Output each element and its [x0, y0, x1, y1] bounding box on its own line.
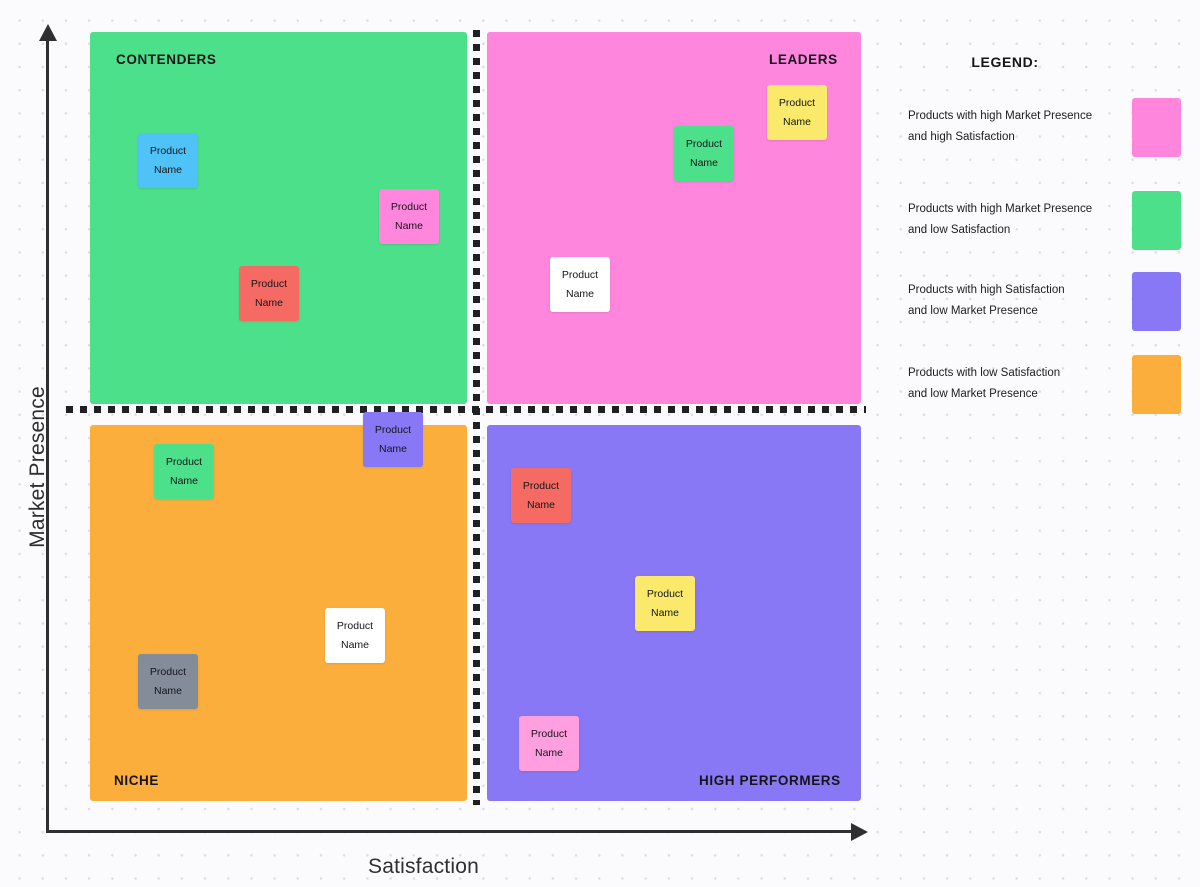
legend: LEGEND: Products with high Market Presen…	[890, 40, 1190, 415]
x-axis-line	[47, 830, 857, 833]
legend-item-line2: and low Market Presence	[908, 388, 1038, 401]
product-card[interactable]: Product Name	[550, 257, 610, 312]
product-card-line2: Name	[689, 156, 718, 169]
legend-item-line2: and high Satisfaction	[908, 131, 1015, 144]
quadrant-label-leaders: LEADERS	[769, 52, 838, 67]
divider-vertical	[473, 30, 480, 805]
legend-title: LEGEND:	[971, 54, 1039, 70]
product-card-line2: Name	[394, 219, 423, 232]
product-card[interactable]: Product Name	[519, 716, 579, 771]
legend-item-line2: and low Satisfaction	[908, 224, 1011, 237]
quadrant-label-high-performers: HIGH PERFORMERS	[699, 773, 841, 788]
product-card-line1: Product	[149, 666, 187, 679]
legend-row: Products with high Satisfaction and low …	[890, 272, 1190, 348]
legend-item-line1: Products with high Market Presence	[908, 203, 1093, 215]
x-axis-arrow-icon	[851, 823, 868, 841]
legend-item-line2: and low Market Presence	[908, 305, 1038, 318]
x-axis-label: Satisfaction	[368, 855, 479, 878]
product-card[interactable]: Product Name	[674, 126, 734, 181]
product-card-line2: Name	[378, 442, 407, 455]
product-card-line1: Product	[530, 728, 568, 741]
quadrant-label-contenders: CONTENDERS	[116, 52, 217, 67]
legend-swatch	[1132, 355, 1181, 414]
product-card[interactable]: Product Name	[325, 608, 385, 663]
legend-item-line1: Products with high Satisfaction	[908, 284, 1065, 296]
product-card-line1: Product	[149, 145, 187, 158]
product-card-line2: Name	[169, 474, 198, 487]
legend-swatch	[1132, 98, 1181, 157]
product-card-line2: Name	[526, 498, 555, 511]
product-card[interactable]: Product Name	[767, 85, 827, 140]
product-card-line2: Name	[153, 684, 182, 697]
legend-item-line1: Products with low Satisfaction	[908, 367, 1061, 379]
product-card-line2: Name	[565, 287, 594, 300]
y-axis-arrow-icon	[39, 24, 57, 41]
legend-swatch	[1132, 272, 1181, 331]
product-card-line2: Name	[153, 163, 182, 176]
product-card[interactable]: Product Name	[239, 266, 299, 321]
product-card-line2: Name	[650, 606, 679, 619]
y-axis-label: Market Presence	[26, 386, 49, 548]
product-card-line1: Product	[390, 201, 428, 214]
legend-item-text: Products with high Market Presence and l…	[908, 199, 1123, 242]
product-card-line1: Product	[374, 424, 412, 437]
product-card[interactable]: Product Name	[154, 444, 214, 499]
product-card[interactable]: Product Name	[138, 133, 198, 188]
product-card[interactable]: Product Name	[511, 468, 571, 523]
product-card-line2: Name	[534, 746, 563, 759]
product-card-line1: Product	[646, 588, 684, 601]
legend-swatch	[1132, 191, 1181, 250]
legend-row: Products with high Market Presence and l…	[890, 191, 1190, 267]
legend-item-text: Products with high Market Presence and h…	[908, 106, 1123, 149]
quadrant-label-niche: NICHE	[114, 773, 160, 788]
product-card-line2: Name	[782, 115, 811, 128]
legend-row: Products with low Satisfaction and low M…	[890, 355, 1190, 431]
product-card-line1: Product	[561, 269, 599, 282]
divider-horizontal	[66, 406, 866, 413]
product-card-line1: Product	[250, 278, 288, 291]
quadrant-niche[interactable]	[90, 425, 467, 801]
product-card-line1: Product	[778, 97, 816, 110]
product-card-line2: Name	[254, 296, 283, 309]
legend-item-text: Products with low Satisfaction and low M…	[908, 363, 1123, 406]
product-card[interactable]: Product Name	[138, 654, 198, 709]
product-card[interactable]: Product Name	[635, 576, 695, 631]
product-card-line1: Product	[165, 456, 203, 469]
product-card-line1: Product	[336, 620, 374, 633]
quadrant-chart-canvas: CONTENDERS LEADERS NICHE HIGH PERFORMERS…	[0, 0, 1200, 887]
legend-row: Products with high Market Presence and h…	[890, 98, 1190, 174]
product-card-line1: Product	[685, 138, 723, 151]
product-card[interactable]: Product Name	[379, 189, 439, 244]
legend-item-text: Products with high Satisfaction and low …	[908, 280, 1123, 323]
legend-item-line1: Products with high Market Presence	[908, 110, 1093, 122]
product-card-line1: Product	[522, 480, 560, 493]
product-card[interactable]: Product Name	[363, 412, 423, 467]
product-card-line2: Name	[340, 638, 369, 651]
